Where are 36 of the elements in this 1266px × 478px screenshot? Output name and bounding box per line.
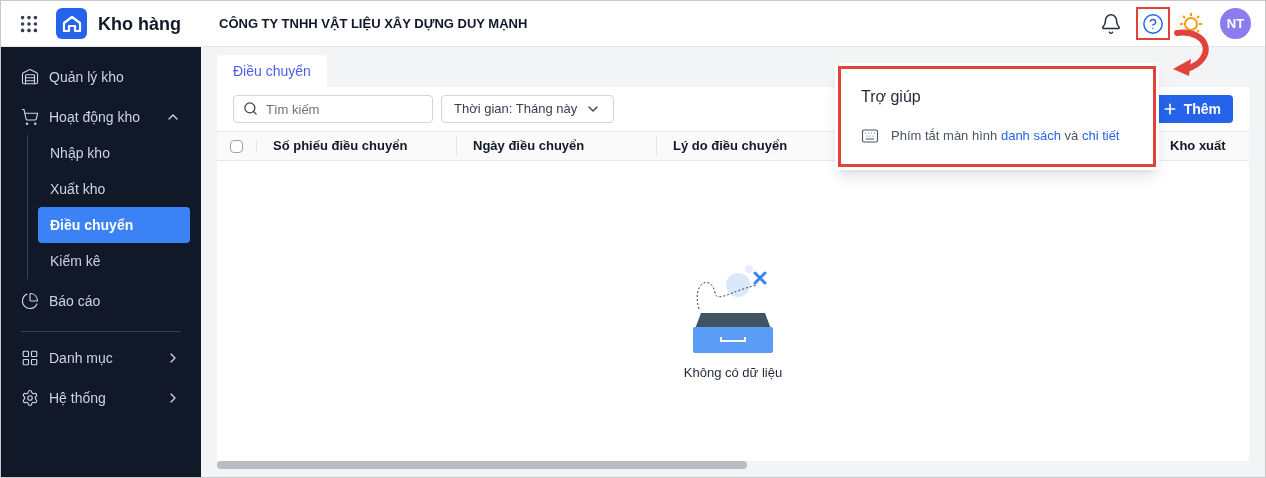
shortcut-link[interactable]: danh sách	[1000, 128, 1061, 143]
sidebar-item[interactable]: Hệ thống	[1, 380, 201, 416]
sidebar-subitem[interactable]: Xuất kho	[38, 171, 190, 207]
app-logo-icon	[56, 8, 87, 39]
notification-icon[interactable]	[1100, 12, 1122, 35]
sidebar-item[interactable]: Quản lý kho	[1, 59, 201, 95]
warehouse-icon	[21, 68, 39, 86]
column-header: Số phiếu điều chuyển	[273, 138, 408, 154]
keyboard-icon	[861, 126, 879, 145]
column-header: Ngày điều chuyển	[473, 138, 585, 154]
shortcut-link[interactable]: chi tiết	[1081, 128, 1120, 143]
app-title: Kho hàng	[98, 12, 181, 36]
select-all-checkbox[interactable]	[230, 139, 243, 153]
search-icon	[243, 101, 258, 116]
column-header: Lý do điều chuyển	[673, 138, 788, 154]
sidebar-subitem[interactable]: Nhập kho	[38, 135, 190, 171]
pie-chart-icon	[21, 292, 39, 310]
company-name: CÔNG TY TNHH VẬT LIỆU XÂY DỰNG DUY MẠNH	[219, 14, 528, 33]
settings-icon	[21, 389, 39, 407]
tab[interactable]: Điều chuyển	[217, 55, 327, 87]
sidebar-item[interactable]: Báo cáo	[1, 283, 201, 319]
sidebar-subitem[interactable]: Điều chuyển	[38, 207, 190, 243]
period-filter[interactable]: Thời gian: Tháng này	[441, 95, 615, 123]
sidebar-item[interactable]: Danh mục	[1, 340, 201, 376]
empty-message: Không có dữ liệu	[683, 364, 783, 383]
sidebar-subitem[interactable]: Kiểm kê	[38, 243, 190, 279]
horizontal-scrollbar[interactable]	[217, 461, 1249, 469]
grid-icon	[21, 349, 39, 367]
help-icon	[1142, 12, 1164, 35]
column-header: Kho xuất	[1170, 138, 1226, 154]
popover-title: Trợ giúp	[861, 87, 922, 107]
cart-icon	[21, 108, 39, 126]
help-button[interactable]	[1136, 7, 1170, 40]
shortcut-text: Phím tắt màn hình danh sách và chi tiết	[891, 127, 1120, 145]
sidebar-item[interactable]: Hoạt động kho	[1, 99, 201, 135]
search-field[interactable]: Tìm kiếm	[233, 95, 433, 123]
